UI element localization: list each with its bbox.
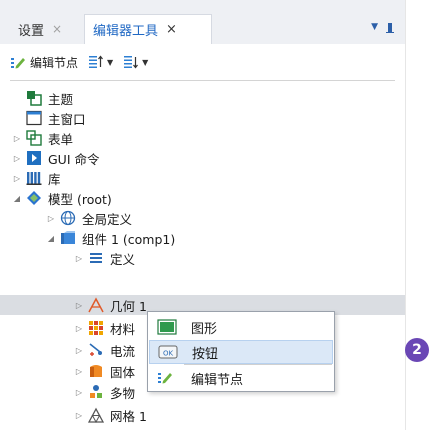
expand-arrow-icon[interactable]: ▷ — [72, 324, 86, 333]
expand-arrow-icon[interactable]: ▷ — [72, 367, 86, 376]
edit-node-label: 编辑节点 — [30, 55, 79, 70]
tree-item-label: 组件 1 (comp1) — [82, 231, 176, 247]
tree-item-label: 模型 (root) — [48, 191, 112, 207]
panel-menu-dropdown-icon[interactable]: ▼ — [371, 22, 378, 32]
pin-icon[interactable] — [386, 22, 394, 33]
collapse-arrow-icon[interactable]: ◢ — [44, 234, 58, 243]
geometry-icon — [88, 297, 104, 313]
expand-arrow-icon[interactable]: ▷ — [72, 411, 86, 420]
collapse-arrow-icon[interactable]: ◢ — [10, 194, 24, 203]
mesh-icon — [87, 407, 105, 424]
expand-arrow-icon[interactable]: ▷ — [10, 174, 24, 183]
tab-editor-tools-close-icon[interactable]: × — [166, 22, 177, 37]
step-badge: 2 — [405, 338, 429, 362]
theme-icon — [26, 90, 42, 106]
menu-item-button[interactable]: OK 按钮 — [149, 340, 333, 364]
button-icon-text: OK — [163, 350, 174, 358]
menu-item-edit-node[interactable]: 编辑节点 — [149, 366, 333, 390]
tree-item-label: 几何 1 — [110, 298, 147, 314]
tab-editor-tools-label: 编辑器工具 — [93, 24, 159, 39]
move-up-icon — [89, 55, 103, 68]
tree-divider — [10, 80, 395, 81]
expand-arrow-icon[interactable]: ▷ — [72, 388, 86, 397]
materials-icon — [88, 320, 104, 336]
global-definitions-icon — [60, 210, 76, 226]
tree-item-label: 多物 — [110, 385, 136, 401]
solid-icon — [88, 363, 104, 379]
edit-node-button[interactable]: 编辑节点 — [10, 54, 78, 71]
tab-settings-close-icon[interactable]: × — [52, 22, 62, 36]
menu-separator — [184, 364, 332, 365]
tree-item-global-definitions[interactable]: ▷ 全局定义 — [0, 208, 406, 228]
tree-item-label: 主窗口 — [48, 111, 86, 127]
menu-item-graphics[interactable]: 图形 — [149, 315, 333, 339]
expand-arrow-icon[interactable]: ▷ — [72, 346, 86, 355]
tree-item-label: 电流 — [110, 343, 136, 359]
tree-item-label: 主题 — [48, 91, 74, 107]
tree-item-label: 库 — [48, 171, 61, 187]
tree-item-label: GUI 命令 — [48, 151, 100, 167]
definitions-icon — [88, 250, 104, 266]
move-down-caret-icon[interactable]: ▼ — [142, 58, 148, 67]
tab-settings[interactable]: 设置 × — [10, 14, 70, 44]
expand-arrow-icon[interactable]: ▷ — [44, 214, 58, 223]
tree-item-label: 全局定义 — [82, 211, 133, 227]
window-icon — [26, 110, 42, 126]
move-down-button[interactable]: ▼ — [123, 55, 148, 69]
library-icon — [26, 170, 42, 186]
tab-settings-label: 设置 — [18, 23, 45, 39]
multiphysics-icon — [88, 384, 104, 400]
context-menu: 图形 OK 按钮 编辑节点 — [147, 311, 335, 392]
tree-item-model-root[interactable]: ◢ 模型 (root) — [0, 188, 406, 208]
toolbar: 编辑节点 ▼ ▼ — [0, 44, 406, 80]
menu-item-label: 图形 — [191, 321, 218, 337]
tree-item-main-window[interactable]: 主窗口 — [0, 108, 406, 128]
graphics-icon — [157, 319, 177, 335]
electric-currents-icon — [88, 342, 104, 358]
tree-item-label: 固体 — [110, 364, 136, 380]
tab-strip: 设置 × 编辑器工具 × ▼ — [0, 0, 406, 44]
menu-item-label: 编辑节点 — [191, 372, 244, 388]
edit-node-icon — [11, 58, 25, 69]
tree-item-label: 表单 — [48, 131, 74, 147]
expand-arrow-icon[interactable]: ▷ — [10, 134, 24, 143]
panel-border — [405, 0, 406, 430]
tree-item-label: 定义 — [110, 251, 136, 267]
model-icon — [26, 190, 42, 206]
gui-command-icon — [26, 150, 42, 166]
move-up-caret-icon[interactable]: ▼ — [107, 58, 113, 67]
form-icon — [26, 130, 42, 146]
expand-arrow-icon[interactable]: ▷ — [72, 254, 86, 263]
tree-item-gui-commands[interactable]: ▷ GUI 命令 — [0, 148, 406, 168]
tab-editor-tools[interactable]: 编辑器工具 × — [84, 14, 212, 44]
tree-item-definitions[interactable]: ▷ 定义 — [0, 248, 406, 268]
expand-arrow-icon[interactable]: ▷ — [10, 154, 24, 163]
tree-item-theme[interactable]: 主题 — [0, 88, 406, 108]
tree-item-forms[interactable]: ▷ 表单 — [0, 128, 406, 148]
tree-item-component-1[interactable]: ◢ 组件 1 (comp1) — [0, 228, 406, 248]
menu-item-label: 按钮 — [192, 346, 219, 362]
edit-node-icon — [157, 370, 177, 386]
tree-item-mesh-1[interactable]: ▷ 网格 1 — [0, 405, 406, 425]
tree-item-library[interactable]: ▷ 库 — [0, 168, 406, 188]
button-icon: OK — [158, 344, 178, 360]
tree-item-label: 材料 — [110, 321, 136, 337]
tree-item-label: 网格 1 — [110, 408, 147, 424]
move-up-button[interactable]: ▼ — [88, 55, 113, 69]
expand-arrow-icon[interactable]: ▷ — [72, 301, 86, 310]
move-down-icon — [124, 56, 139, 69]
tab-controls: ▼ — [371, 22, 394, 33]
component-icon — [60, 230, 76, 246]
